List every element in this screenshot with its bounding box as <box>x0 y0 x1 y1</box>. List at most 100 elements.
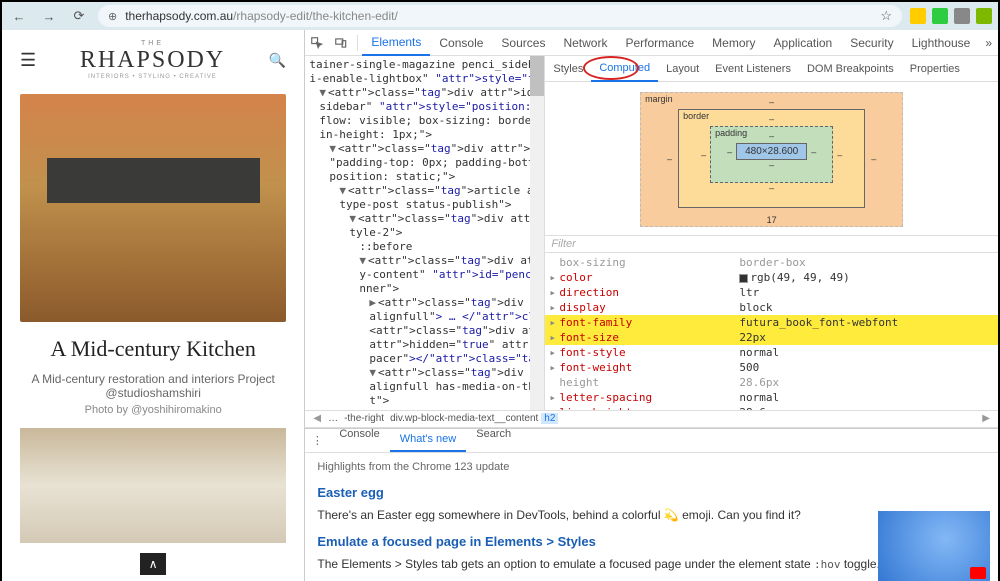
dom-node[interactable]: flow: visible; box-sizing: border-box; <box>309 114 540 128</box>
dom-node[interactable]: ▼<attr">class="tag">article attr">id="po… <box>309 184 540 198</box>
dom-node[interactable]: <attr">class="tag">div attr">style="heig… <box>309 324 540 338</box>
box-model-margin-bottom: 17 <box>767 215 777 225</box>
devtools-tab-console[interactable]: Console <box>430 30 492 56</box>
dom-node[interactable]: sidebar" "attr">style="position: relativ… <box>309 100 540 114</box>
video-thumbnail[interactable] <box>878 511 990 581</box>
article-title: A Mid-century Kitchen <box>2 336 304 362</box>
dom-node[interactable]: pacer"></"attr">class="tag">div> <box>309 352 540 366</box>
whatsnew-section-1[interactable]: Easter egg <box>317 485 986 500</box>
box-model-padding-label: padding <box>715 128 747 138</box>
forward-button[interactable]: → <box>38 5 60 27</box>
dom-node[interactable]: type-post status-publish"> <box>309 198 540 212</box>
computed-property-row[interactable]: ▸font-size22px <box>545 330 998 345</box>
site-logo[interactable]: RHAPSODY <box>80 47 225 74</box>
dom-breadcrumb[interactable]: ◀ …-the-rightdiv.wp-block-media-text__co… <box>305 410 998 428</box>
devtools-tab-elements[interactable]: Elements <box>362 30 430 56</box>
extension-icon-1[interactable] <box>932 8 948 24</box>
breadcrumb-item[interactable]: -the-right <box>341 413 387 424</box>
breadcrumb-item[interactable]: … <box>325 413 341 424</box>
logo-top: THE <box>80 40 225 47</box>
breadcrumb-prev-icon[interactable]: ◀ <box>309 413 325 424</box>
address-bar[interactable]: ⊕ therhapsody.com.au/rhapsody-edit/the-k… <box>98 5 902 27</box>
extension-icon-3[interactable] <box>976 8 992 24</box>
dom-node[interactable]: alignfull"> … </"attr">class="tag">div> <box>309 310 540 324</box>
styles-subtab-layout[interactable]: Layout <box>658 56 707 82</box>
computed-property-row[interactable]: ▸colorrgb(49, 49, 49) <box>545 270 998 285</box>
dom-node[interactable]: t"> <box>309 394 540 408</box>
computed-property-row[interactable]: ▸directionltr <box>545 285 998 300</box>
site-info-icon[interactable]: ⊕ <box>108 10 117 23</box>
reload-button[interactable]: ⟳ <box>68 5 90 27</box>
dom-tree-panel[interactable]: tainer-single-magazine penci_sidebar pen… <box>305 56 545 410</box>
devtools-panel: ElementsConsoleSourcesNetworkPerformance… <box>304 30 998 581</box>
computed-filter-input[interactable]: Filter <box>545 235 998 253</box>
browser-toolbar: ← → ⟳ ⊕ therhapsody.com.au/rhapsody-edit… <box>2 2 998 30</box>
devtools-tab-network[interactable]: Network <box>554 30 616 56</box>
dom-node[interactable]: ▼<attr">class="tag">div attr">class="pos… <box>309 212 540 226</box>
dom-node[interactable]: ▼<attr">class="tag">div attr">class="inn… <box>309 254 540 268</box>
computed-property-row[interactable]: ▸letter-spacingnormal <box>545 390 998 405</box>
computed-property-row[interactable]: ▸font-stylenormal <box>545 345 998 360</box>
devtools-tab-security[interactable]: Security <box>841 30 902 56</box>
drawer-tab-what-s-new[interactable]: What's new <box>390 428 467 452</box>
breadcrumb-item[interactable]: h2 <box>541 413 558 424</box>
drawer-tab-console[interactable]: Console <box>329 428 389 452</box>
dom-node[interactable]: ::before <box>309 240 540 254</box>
dom-node[interactable]: ▼<attr">class="tag">div attr">id="main" … <box>309 86 540 100</box>
dom-node[interactable]: tyle-2"> <box>309 226 540 240</box>
dom-node[interactable]: attr">hidden="true" attr">class="wp-bloc… <box>309 338 540 352</box>
dom-node[interactable]: in-height: 1px;"> <box>309 128 540 142</box>
box-model-margin-label: margin <box>645 94 673 104</box>
back-to-top-button[interactable]: ∧ <box>140 553 166 575</box>
computed-property-row[interactable]: ▸displayblock <box>545 300 998 315</box>
drawer-menu-icon[interactable]: ⋮ <box>305 434 329 447</box>
dom-node[interactable]: ▶<attr">class="tag">figure attr">class="… <box>309 408 540 410</box>
dom-node[interactable]: tainer-single-magazine penci_sidebar pen <box>309 58 540 72</box>
styles-subtab-properties[interactable]: Properties <box>902 56 968 82</box>
device-toggle-icon[interactable] <box>329 36 353 50</box>
computed-property-row[interactable]: ▸font-familyfutura_book_font-webfont <box>545 315 998 330</box>
dom-node[interactable]: alignfull has-media-on-the-ri <box>309 380 540 394</box>
styles-subtab-computed[interactable]: Computed <box>591 56 658 82</box>
styles-subtab-event-listeners[interactable]: Event Listeners <box>707 56 799 82</box>
box-model-border-label: border <box>683 111 709 121</box>
computed-property-row[interactable]: box-sizingborder-box <box>545 255 998 270</box>
url-text: therhapsody.com.au/rhapsody-edit/the-kit… <box>125 9 872 23</box>
back-button[interactable]: ← <box>8 5 30 27</box>
styles-subtab-dom-breakpoints[interactable]: DOM Breakpoints <box>799 56 902 82</box>
box-model-diagram[interactable]: margin – – border – – padding – – <box>545 82 998 235</box>
menu-icon[interactable]: ☰ <box>20 50 36 71</box>
extension-icon-0[interactable] <box>910 8 926 24</box>
devtools-tab-lighthouse[interactable]: Lighthouse <box>903 30 980 56</box>
scrollbar[interactable] <box>530 56 544 410</box>
styles-subtab-styles[interactable]: Styles <box>545 56 591 82</box>
dom-node[interactable]: y-content" "attr">id="penci-post-entry <box>309 268 540 282</box>
dom-node[interactable]: i-enable-lightbox" "attr">style="transfo… <box>309 72 540 86</box>
dom-node[interactable]: nner"> <box>309 282 540 296</box>
inspect-icon[interactable] <box>305 36 329 50</box>
dom-node[interactable]: position: static;"> <box>309 170 540 184</box>
extension-icon-2[interactable] <box>954 8 970 24</box>
computed-property-row[interactable]: ▸font-weight500 <box>545 360 998 375</box>
secondary-image <box>20 428 286 543</box>
youtube-icon <box>970 567 986 579</box>
more-tabs-icon[interactable]: » <box>979 36 998 50</box>
breadcrumb-next-icon[interactable]: ▶ <box>978 413 994 424</box>
page-content: ☰ THE RHAPSODY INTERIORS • STYLING • CRE… <box>2 30 304 581</box>
dom-node[interactable]: ▶<attr">class="tag">div attr">class="wp-… <box>309 296 540 310</box>
devtools-tab-performance[interactable]: Performance <box>616 30 703 56</box>
dom-node[interactable]: "padding-top: 0px; padding-bottom: 1 <box>309 156 540 170</box>
dom-node[interactable]: ▼<attr">class="tag">div attr">class="the… <box>309 142 540 156</box>
extension-icons <box>910 8 992 24</box>
devtools-tab-memory[interactable]: Memory <box>703 30 764 56</box>
devtools-drawer: ⋮ ConsoleWhat's newSearch Highlights fro… <box>305 428 998 581</box>
drawer-tab-search[interactable]: Search <box>466 428 521 452</box>
devtools-tab-sources[interactable]: Sources <box>492 30 554 56</box>
computed-properties-list[interactable]: box-sizingborder-box▸colorrgb(49, 49, 49… <box>545 253 998 410</box>
dom-node[interactable]: ▼<attr">class="tag">div attr">class="wp-… <box>309 366 540 380</box>
search-icon[interactable]: 🔍 <box>269 52 286 69</box>
bookmark-icon[interactable]: ☆ <box>880 8 892 24</box>
computed-property-row[interactable]: height28.6px <box>545 375 998 390</box>
breadcrumb-item[interactable]: div.wp-block-media-text__content <box>387 413 541 424</box>
devtools-tab-application[interactable]: Application <box>765 30 842 56</box>
